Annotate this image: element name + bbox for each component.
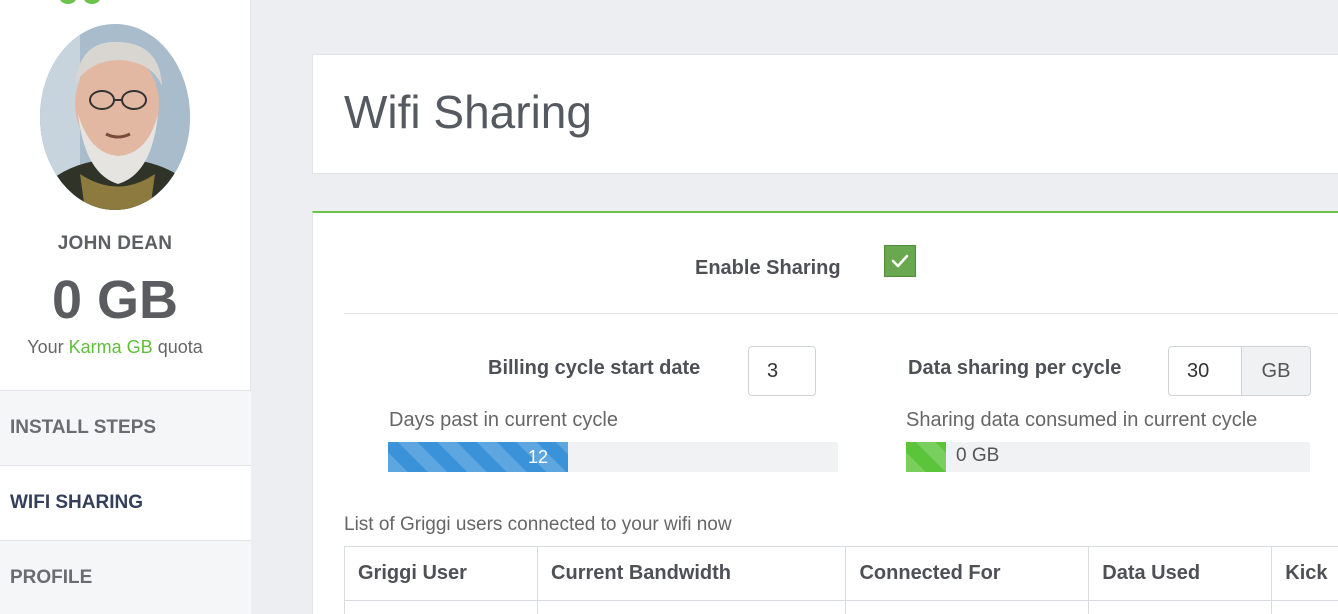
karma-gb-link[interactable]: Karma GB xyxy=(69,337,153,357)
check-icon xyxy=(891,254,909,268)
brand-logo xyxy=(58,0,102,4)
divider xyxy=(344,313,1338,314)
data-sharing-input[interactable] xyxy=(1168,346,1242,396)
consumed-progress-bar xyxy=(906,442,946,472)
sidebar-item-install-steps[interactable]: INSTALL STEPS xyxy=(0,390,251,465)
sidebar-nav: INSTALL STEPS WIFI SHARING PROFILE xyxy=(0,390,251,614)
user-name: JOHN DEAN xyxy=(57,233,173,254)
sidebar: JOHN DEAN 0 GB Your Karma GB quota INSTA… xyxy=(0,0,251,614)
table-header-row: Griggi User Current Bandwidth Connected … xyxy=(343,546,1338,601)
days-progress-track: 12 xyxy=(388,442,838,472)
column-griggi-user: Griggi User xyxy=(343,546,539,601)
quota-amount: 0 GB xyxy=(51,270,179,330)
billing-cycle-label: Billing cycle start date xyxy=(488,357,701,379)
enable-sharing-label: Enable Sharing xyxy=(695,257,841,279)
data-sharing-label: Data sharing per cycle xyxy=(908,357,1122,379)
days-progress-bar: 12 xyxy=(388,442,568,472)
consumed-value: 0 GB xyxy=(956,445,1000,466)
page-header: Wifi Sharing xyxy=(312,54,1338,174)
consumed-label: Sharing data consumed in current cycle xyxy=(906,409,1258,431)
connected-users-table: Griggi User Current Bandwidth Connected … xyxy=(343,546,1338,614)
page-title: Wifi Sharing xyxy=(344,86,592,138)
table-row xyxy=(343,600,1338,614)
quota-caption-suffix: quota xyxy=(157,337,203,357)
column-data-used: Data Used xyxy=(1088,546,1273,601)
quota-caption: Your Karma GB quota xyxy=(0,337,230,358)
column-kick: Kick xyxy=(1271,546,1338,601)
days-past-label: Days past in current cycle xyxy=(389,409,618,431)
enable-sharing-checkbox[interactable] xyxy=(884,245,916,277)
sharing-panel: Enable Sharing Billing cycle start date … xyxy=(312,211,1338,614)
sidebar-item-wifi-sharing[interactable]: WIFI SHARING xyxy=(0,465,251,540)
data-unit-addon: GB xyxy=(1241,346,1311,396)
column-connected-for: Connected For xyxy=(845,546,1090,601)
sidebar-item-profile[interactable]: PROFILE xyxy=(0,540,251,614)
quota-caption-prefix: Your xyxy=(27,337,64,357)
column-current-bandwidth: Current Bandwidth xyxy=(537,546,847,601)
connected-users-caption: List of Griggi users connected to your w… xyxy=(344,514,732,535)
avatar xyxy=(40,24,190,210)
billing-cycle-input[interactable] xyxy=(748,346,816,396)
consumed-progress-track: 0 GB xyxy=(906,442,1310,472)
